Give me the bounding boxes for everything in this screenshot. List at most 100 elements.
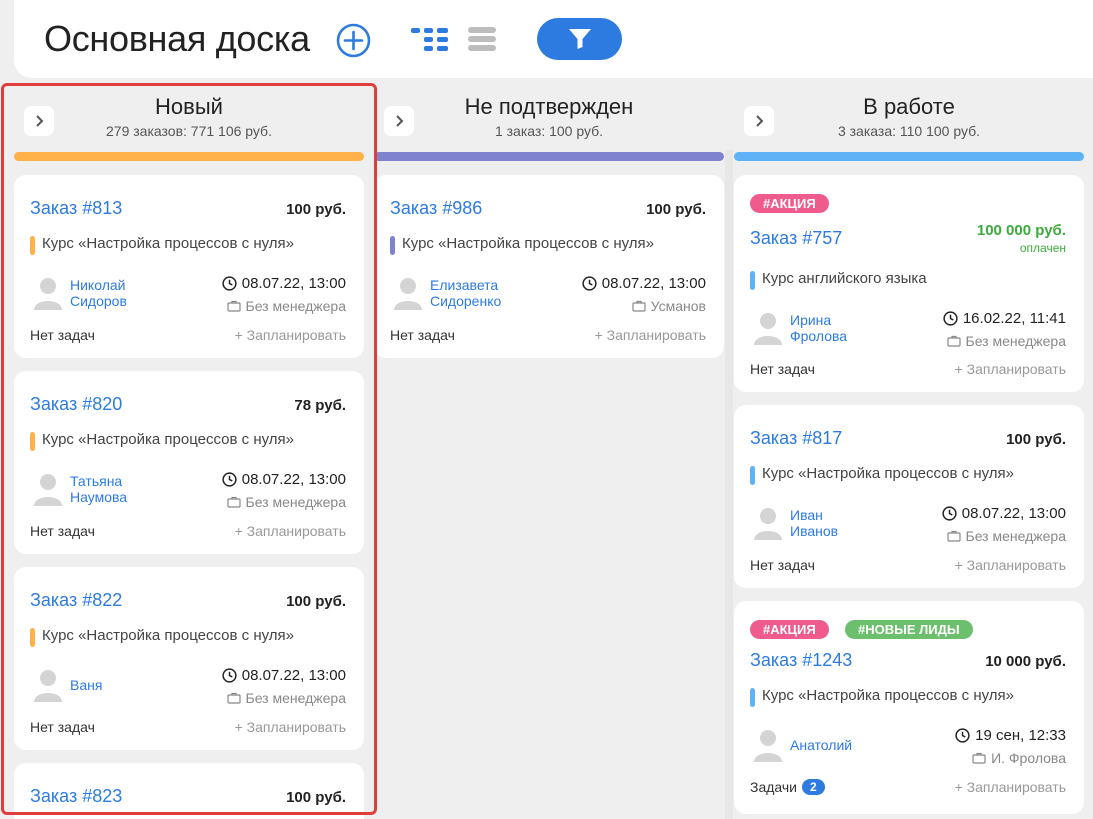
briefcase-icon (226, 692, 241, 704)
schedule-task-link[interactable]: + Запланировать (595, 327, 706, 343)
order-price: 100 руб. (1006, 431, 1066, 448)
column-title: Новый (155, 94, 223, 119)
kanban-view-button[interactable] (411, 28, 449, 52)
tasks-text: Нет задач (390, 327, 455, 343)
column-new: Новый 279 заказов: 771 106 руб. Заказ #8… (14, 84, 364, 819)
user-avatar-icon (754, 313, 782, 345)
order-manager: Без менеджера (226, 494, 346, 510)
order-datetime: 16.02.22, 11:41 (943, 310, 1066, 327)
schedule-task-link[interactable]: + Запланировать (955, 557, 1066, 573)
course-name: Курс «Настройка процессов с нуля» (30, 431, 294, 451)
user-avatar-icon (394, 278, 422, 310)
client-name[interactable]: Ирина Фролова (790, 312, 847, 344)
top-bar: Основная доска (14, 0, 1093, 78)
order-link[interactable]: Заказ #820 (30, 394, 122, 415)
client-first-name: Николай (70, 277, 126, 293)
datetime-text: 08.07.22, 13:00 (241, 275, 346, 292)
order-datetime: 08.07.22, 13:00 (222, 667, 346, 684)
schedule-task-link[interactable]: + Запланировать (235, 523, 346, 539)
tasks-status: Нет задач (30, 523, 95, 539)
order-datetime: 08.07.22, 13:00 (942, 505, 1066, 522)
user-avatar-icon (754, 730, 782, 762)
order-manager: Без менеджера (946, 528, 1066, 544)
schedule-task-link[interactable]: + Запланировать (235, 327, 346, 343)
manager-text: Без менеджера (245, 298, 347, 314)
client-first-name: Анатолий (790, 737, 853, 753)
order-manager: Усманов (632, 298, 706, 314)
column-title: В работе (863, 94, 955, 119)
order-datetime: 08.07.22, 13:00 (222, 471, 346, 488)
column-unconfirmed: Не подтвержден 1 заказ: 100 руб. Заказ #… (374, 84, 724, 358)
client-last-name: Наумова (70, 489, 128, 505)
clock-icon (955, 728, 970, 743)
client-name[interactable]: Иван Иванов (790, 507, 838, 539)
order-card[interactable]: Заказ #823 100 руб. (14, 763, 364, 819)
user-avatar-icon (34, 474, 62, 506)
course-name: Курс «Настройка процессов с нуля» (750, 687, 1014, 707)
datetime-text: 08.07.22, 13:00 (961, 505, 1066, 522)
schedule-task-link[interactable]: + Запланировать (955, 779, 1066, 795)
column-color-bar (374, 152, 724, 161)
column-header: Новый 279 заказов: 771 106 руб. (14, 84, 364, 146)
tag-promo[interactable]: #АКЦИЯ (750, 194, 829, 213)
order-datetime: 19 сен, 12:33 (955, 727, 1066, 744)
client-last-name: Иванов (790, 523, 839, 539)
list-view-icon (468, 27, 496, 51)
clock-icon (582, 276, 597, 291)
tasks-status[interactable]: Задачи 2 (750, 779, 825, 795)
datetime-text: 08.07.22, 13:00 (241, 471, 346, 488)
order-card[interactable]: Заказ #820 78 руб. Курс «Настройка проце… (14, 371, 364, 554)
schedule-task-link[interactable]: + Запланировать (955, 361, 1066, 377)
client-last-name: Сидоренко (430, 293, 502, 309)
order-link[interactable]: Заказ #757 (750, 228, 842, 249)
briefcase-icon (632, 300, 646, 312)
order-link[interactable]: Заказ #813 (30, 198, 122, 219)
briefcase-icon (946, 335, 961, 347)
order-link[interactable]: Заказ #1243 (750, 650, 852, 671)
tag-new-leads[interactable]: #НОВЫЕ ЛИДЫ (845, 620, 973, 639)
briefcase-icon (946, 530, 961, 542)
client-name[interactable]: Анатолий (790, 737, 852, 753)
order-manager: И. Фролова (972, 750, 1066, 766)
column-summary: 1 заказ: 100 руб. (494, 123, 604, 139)
user-avatar-icon (34, 278, 62, 310)
client-name[interactable]: Елизавета Сидоренко (430, 277, 501, 309)
column-header: Не подтвержден 1 заказ: 100 руб. (374, 84, 724, 146)
add-board-button[interactable] (336, 23, 371, 58)
client-last-name: Сидоров (70, 293, 127, 309)
client-first-name: Ваня (70, 677, 103, 693)
user-avatar-icon (754, 508, 782, 540)
tasks-text: Нет задач (750, 361, 815, 377)
list-view-button[interactable] (468, 27, 496, 51)
client-name[interactable]: Татьяна Наумова (70, 473, 127, 505)
order-card[interactable]: Заказ #813 100 руб. Курс «Настройка проц… (14, 175, 364, 358)
tasks-count-badge: 2 (802, 779, 825, 795)
order-card[interactable]: Заказ #986 100 руб. Курс «Настройка проц… (374, 175, 724, 358)
order-datetime: 08.07.22, 13:00 (222, 275, 346, 292)
briefcase-icon (972, 752, 986, 764)
tag-promo[interactable]: #АКЦИЯ (750, 620, 829, 639)
tasks-status: Нет задач (390, 327, 455, 343)
client-name[interactable]: Ваня (70, 677, 102, 693)
order-link[interactable]: Заказ #986 (390, 198, 482, 219)
tasks-text: Нет задач (30, 327, 95, 343)
order-manager: Без менеджера (946, 333, 1067, 349)
filter-button[interactable] (537, 18, 622, 60)
order-link[interactable]: Заказ #817 (750, 428, 842, 449)
client-name[interactable]: Николай Сидоров (70, 277, 127, 309)
schedule-task-link[interactable]: + Запланировать (235, 719, 346, 735)
order-card[interactable]: Заказ #822 100 руб. Курс «Настройка проц… (14, 567, 364, 750)
course-name: Курс «Настройка процессов с нуля» (30, 235, 294, 255)
tasks-text: Нет задач (30, 523, 95, 539)
order-card[interactable]: #АКЦИЯ #НОВЫЕ ЛИДЫ Заказ #1243 10 000 ру… (734, 601, 1084, 814)
client-first-name: Ирина (790, 312, 832, 328)
order-card[interactable]: Заказ #817 100 руб. Курс «Настройка проц… (734, 405, 1084, 588)
order-link[interactable]: Заказ #823 (30, 786, 122, 807)
order-link[interactable]: Заказ #822 (30, 590, 122, 611)
tasks-text: Нет задач (750, 557, 815, 573)
order-price: 100 руб. (646, 201, 706, 218)
manager-text: Без менеджера (965, 333, 1067, 349)
filter-icon (568, 29, 591, 49)
order-card[interactable]: #АКЦИЯ Заказ #757 100 000 руб. оплачен К… (734, 175, 1084, 392)
column-in-progress: В работе 3 заказа: 110 100 руб. #АКЦИЯ З… (734, 84, 1084, 814)
